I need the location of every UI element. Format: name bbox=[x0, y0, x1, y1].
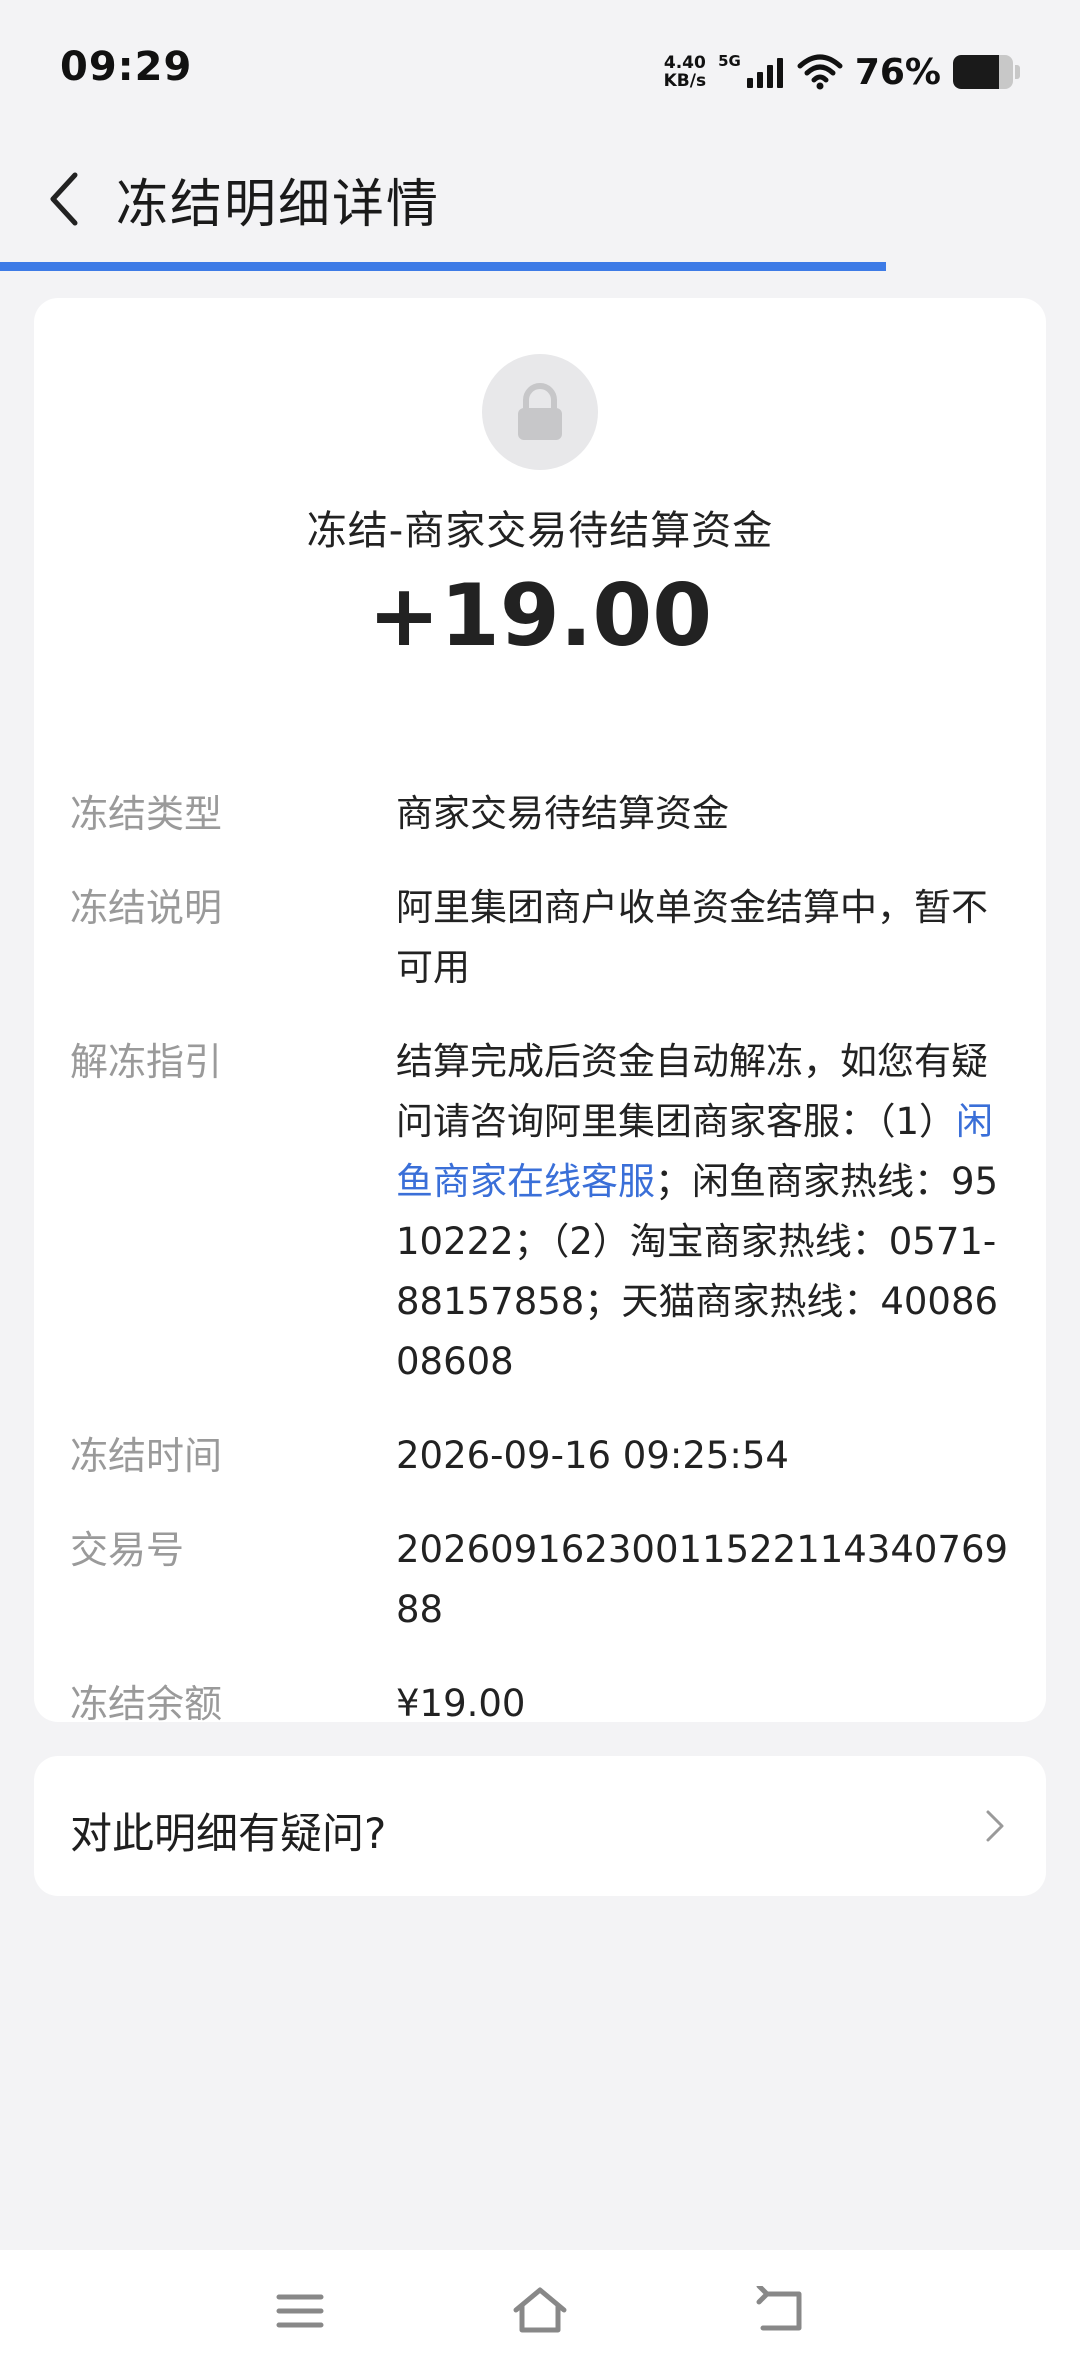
home-icon bbox=[513, 2287, 567, 2333]
system-nav-bar bbox=[0, 2250, 1080, 2376]
freeze-title: 冻结-商家交易待结算资金 bbox=[306, 508, 774, 554]
row-label: 冻结余额 bbox=[70, 1682, 223, 1726]
title-bar: 冻结明细详情 bbox=[0, 140, 1080, 264]
row-value: 阿里集团商户收单资金结算中，暂不可用 bbox=[396, 886, 988, 989]
menu-button[interactable] bbox=[260, 2276, 340, 2346]
battery-percent: 76% bbox=[854, 51, 941, 93]
guide-text-before: 结算完成后资金自动解冻，如您有疑问请咨询阿里集团商家客服：（1） bbox=[396, 1040, 988, 1143]
detail-row-time: 冻结时间 2026-09-16 09:25:54 bbox=[70, 1426, 1010, 1486]
detail-row-description: 冻结说明 阿里集团商户收单资金结算中，暂不可用 bbox=[70, 878, 1010, 998]
menu-icon bbox=[276, 2294, 324, 2328]
detail-rows: 冻结类型 商家交易待结算资金 冻结说明 阿里集团商户收单资金结算中，暂不可用 解… bbox=[70, 784, 1010, 1768]
chevron-right-icon bbox=[986, 1810, 1004, 1842]
back-icon bbox=[756, 2286, 802, 2331]
nav-back-button[interactable] bbox=[740, 2276, 820, 2346]
status-time: 09:29 bbox=[60, 44, 193, 90]
row-label: 交易号 bbox=[70, 1528, 185, 1572]
row-label: 冻结说明 bbox=[70, 886, 223, 930]
row-value: 2026-09-16 09:25:54 bbox=[396, 1434, 789, 1477]
row-value: ¥19.00 bbox=[396, 1682, 526, 1725]
network-type: 5G bbox=[718, 52, 741, 70]
question-text: 对此明细有疑问? bbox=[70, 1809, 387, 1858]
signal-icon: 5G bbox=[718, 52, 785, 88]
row-label: 冻结时间 bbox=[70, 1434, 223, 1478]
row-label: 解冻指引 bbox=[70, 1040, 223, 1084]
row-label: 冻结类型 bbox=[70, 792, 223, 836]
home-button[interactable] bbox=[500, 2276, 580, 2346]
detail-row-unfreeze-guide: 解冻指引 结算完成后资金自动解冻，如您有疑问请咨询阿里集团商家客服：（1）闲鱼商… bbox=[70, 1032, 1010, 1392]
battery-icon bbox=[953, 55, 1013, 89]
network-speed-unit: KB/s bbox=[663, 71, 707, 91]
back-button[interactable] bbox=[30, 164, 100, 234]
battery-cap bbox=[1015, 65, 1020, 79]
lock-icon bbox=[482, 354, 598, 470]
loading-progress bbox=[0, 262, 1080, 271]
question-entry[interactable]: 对此明细有疑问? bbox=[34, 1756, 1046, 1896]
status-icons: 4.40 KB/s 5G 76% bbox=[664, 48, 1020, 96]
detail-row-balance: 冻结余额 ¥19.00 bbox=[70, 1674, 1010, 1734]
detail-row-type: 冻结类型 商家交易待结算资金 bbox=[70, 784, 1010, 844]
battery-fill bbox=[953, 55, 999, 89]
loading-progress-fill bbox=[0, 262, 886, 271]
network-speed: 4.40 KB/s bbox=[664, 54, 706, 90]
status-bar: 09:29 4.40 KB/s 5G 76% bbox=[0, 0, 1080, 140]
detail-row-trade-no: 交易号 2026091623001152211434076988 bbox=[70, 1520, 1010, 1640]
row-value: 2026091623001152211434076988 bbox=[396, 1528, 1009, 1631]
chevron-left-icon bbox=[50, 172, 78, 226]
row-value: 商家交易待结算资金 bbox=[396, 792, 729, 835]
detail-card: 冻结-商家交易待结算资金 +19.00 冻结类型 商家交易待结算资金 冻结说明 … bbox=[34, 298, 1046, 1726]
page-title: 冻结明细详情 bbox=[116, 175, 441, 235]
wifi-icon bbox=[797, 54, 843, 90]
freeze-amount: +19.00 bbox=[367, 566, 713, 666]
row-value: 结算完成后资金自动解冻，如您有疑问请咨询阿里集团商家客服：（1）闲鱼商家在线客服… bbox=[396, 1032, 1010, 1392]
network-speed-value: 4.40 bbox=[663, 53, 706, 73]
